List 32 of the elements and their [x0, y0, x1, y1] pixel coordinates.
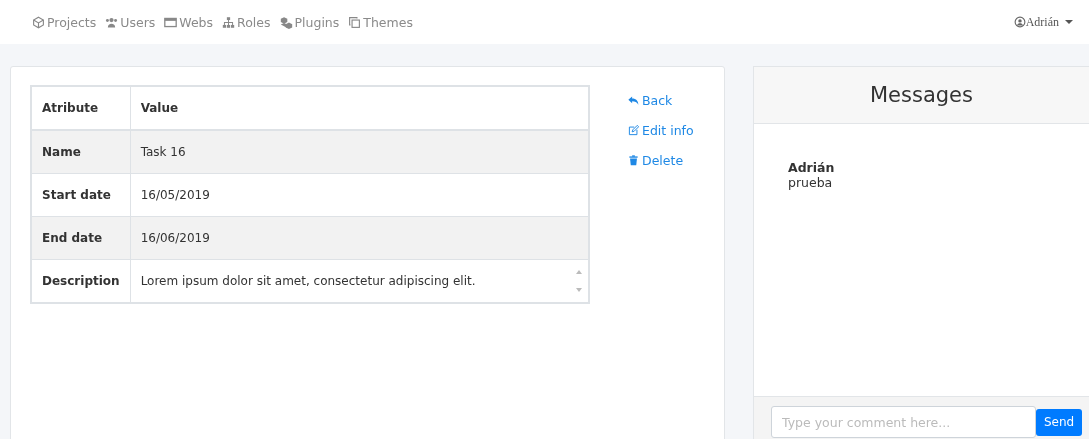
trash-icon — [628, 155, 639, 166]
message-text: prueba — [788, 175, 834, 190]
nav-link[interactable]: Themes — [348, 14, 413, 30]
comment-input[interactable]: Type your comment here... — [771, 406, 1036, 438]
window-icon — [164, 15, 178, 29]
nav-link[interactable]: Plugins — [279, 14, 340, 30]
send-button[interactable]: Send — [1036, 408, 1083, 436]
table-cell: Task 16 — [130, 130, 589, 174]
users-icon — [105, 15, 119, 29]
panel-title: Messages — [870, 83, 973, 107]
scrollbar-arrows-icon — [576, 270, 582, 292]
action-link[interactable]: Delete — [628, 153, 694, 168]
nav-link[interactable]: Projects — [32, 14, 97, 30]
cube-icon — [32, 15, 45, 29]
nav-link[interactable]: Roles — [222, 14, 271, 30]
reply-icon — [628, 95, 639, 106]
action-link[interactable]: Back — [628, 93, 694, 108]
table-cell: 16/06/2019 — [130, 216, 589, 260]
user-menu[interactable]: Adrián — [1013, 14, 1073, 30]
message-author: Adrián — [788, 160, 836, 175]
edit-icon — [628, 125, 639, 136]
action-link[interactable]: Edit info — [628, 123, 694, 138]
sitemap-icon — [222, 15, 236, 29]
cubes-icon — [279, 15, 293, 29]
nav-link[interactable]: Webs — [164, 14, 214, 30]
description-textarea[interactable]: Lorem ipsum dolor sit amet, consectetur adipiscing elit. — [130, 260, 588, 302]
table-cell: Name — [31, 130, 131, 174]
user-icon — [1013, 16, 1026, 28]
nav-link[interactable]: Users — [105, 14, 156, 30]
table-cell: Start date — [31, 173, 131, 217]
table-cell: End date — [31, 216, 131, 260]
clone-icon — [348, 15, 362, 29]
